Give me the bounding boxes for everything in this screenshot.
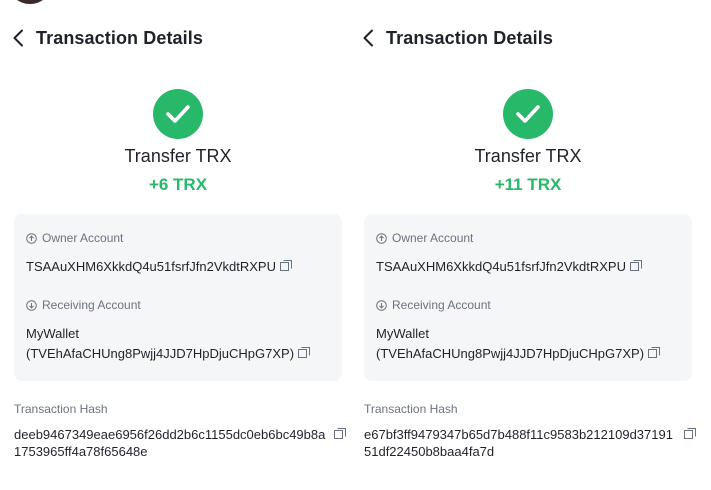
page-header: Transaction Details [12, 26, 203, 50]
owner-account-label: Owner Account [26, 231, 123, 245]
transaction-hash-value: e67bf3ff9479347b65d7b488f11c9583b212109d… [364, 427, 673, 459]
copy-icon[interactable] [684, 428, 697, 440]
transaction-type: Transfer TRX [474, 146, 582, 166]
copy-icon[interactable] [630, 260, 643, 272]
page-title: Transaction Details [36, 27, 203, 48]
receiving-account-label: Receiving Account [376, 298, 491, 312]
copy-icon[interactable] [280, 260, 293, 272]
receiving-address: (TVEhAfaCHUng8Pwjj4JJD7HpDjuCHpG7XP) [26, 344, 311, 364]
transaction-amount: +11 TRX [494, 175, 562, 194]
transaction-details-panel: Transaction Details Transfer TRX +6 TRX … [0, 0, 346, 490]
arrow-down-circle-icon [376, 299, 387, 311]
copy-icon[interactable] [298, 347, 311, 359]
transaction-hash-label: Transaction Hash [364, 402, 458, 416]
copy-icon[interactable] [334, 428, 347, 440]
transaction-hash-label: Transaction Hash [14, 402, 108, 416]
check-circle-icon [503, 89, 553, 139]
copy-icon[interactable] [648, 347, 661, 359]
transaction-type: Transfer TRX [124, 146, 232, 166]
account-card: Owner Account TSAAuXHM6XkkdQ4u51fsrfJfn2… [14, 214, 342, 381]
owner-account-label: Owner Account [376, 231, 473, 245]
transaction-hash-value: deeb9467349eae6956f26dd2b6c1155dc0eb6bc4… [14, 427, 326, 459]
receiving-wallet-name: MyWallet [376, 326, 429, 341]
transaction-details-panel: Transaction Details Transfer TRX +11 TRX… [350, 0, 696, 490]
receiving-account-label: Receiving Account [26, 298, 141, 312]
page-header: Transaction Details [362, 26, 553, 50]
check-circle-icon [153, 89, 203, 139]
arrow-up-circle-icon [26, 232, 37, 244]
owner-address: TSAAuXHM6XkkdQ4u51fsrfJfn2VkdtRXPU [26, 257, 293, 277]
page-title: Transaction Details [386, 27, 553, 48]
receiving-address: (TVEhAfaCHUng8Pwjj4JJD7HpDjuCHpG7XP) [376, 344, 661, 364]
receiving-wallet-name: MyWallet [26, 326, 79, 341]
transaction-amount: +6 TRX [148, 175, 208, 194]
account-card: Owner Account TSAAuXHM6XkkdQ4u51fsrfJfn2… [364, 214, 692, 381]
chevron-left-icon[interactable] [12, 28, 28, 48]
arrow-down-circle-icon [26, 299, 37, 311]
owner-address: TSAAuXHM6XkkdQ4u51fsrfJfn2VkdtRXPU [376, 257, 643, 277]
arrow-up-circle-icon [376, 232, 387, 244]
chevron-left-icon[interactable] [362, 28, 378, 48]
